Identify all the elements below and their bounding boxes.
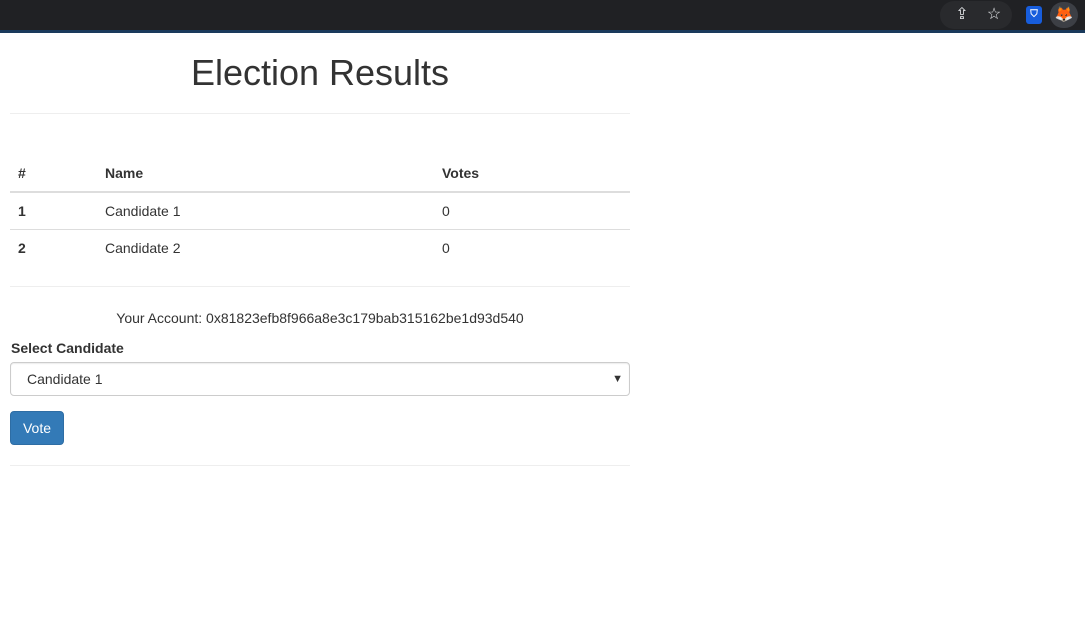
star-icon[interactable]: ☆ xyxy=(984,5,1004,25)
vote-button[interactable]: Vote xyxy=(10,411,64,445)
results-table: # Name Votes 1 Candidate 1 0 2 Candidate… xyxy=(10,154,630,266)
cell-name: Candidate 1 xyxy=(97,191,434,229)
header-votes: Votes xyxy=(434,154,630,193)
divider xyxy=(10,286,630,287)
cell-votes: 0 xyxy=(434,191,630,229)
browser-toolbar: ⇪ ☆ ⛉ 🦊 xyxy=(0,0,1085,30)
table-row: 2 Candidate 2 0 xyxy=(10,228,630,266)
divider xyxy=(10,465,630,466)
account-address: Your Account: 0x81823efb8f966a8e3c179bab… xyxy=(116,310,524,326)
cell-votes: 0 xyxy=(434,228,630,266)
metamask-extension-icon[interactable]: 🦊 xyxy=(1050,2,1078,28)
candidate-select[interactable]: Candidate 1 ▼ xyxy=(10,362,630,396)
cell-name: Candidate 2 xyxy=(97,228,434,266)
table-row: 1 Candidate 1 0 xyxy=(10,191,630,229)
selected-value: Candidate 1 xyxy=(27,371,103,387)
header-name: Name xyxy=(97,154,434,193)
cell-number: 2 xyxy=(10,228,97,266)
page-title: Election Results xyxy=(190,52,450,93)
share-icon[interactable]: ⇪ xyxy=(952,5,972,25)
select-label: Select Candidate xyxy=(11,340,124,356)
header-number: # xyxy=(10,154,97,193)
main-container: Election Results # Name Votes 1 Candidat… xyxy=(10,33,630,466)
bitwarden-extension-icon[interactable]: ⛉ xyxy=(1026,6,1042,24)
cell-number: 1 xyxy=(10,191,97,229)
chevron-down-icon: ▼ xyxy=(612,373,623,385)
divider xyxy=(10,113,630,114)
